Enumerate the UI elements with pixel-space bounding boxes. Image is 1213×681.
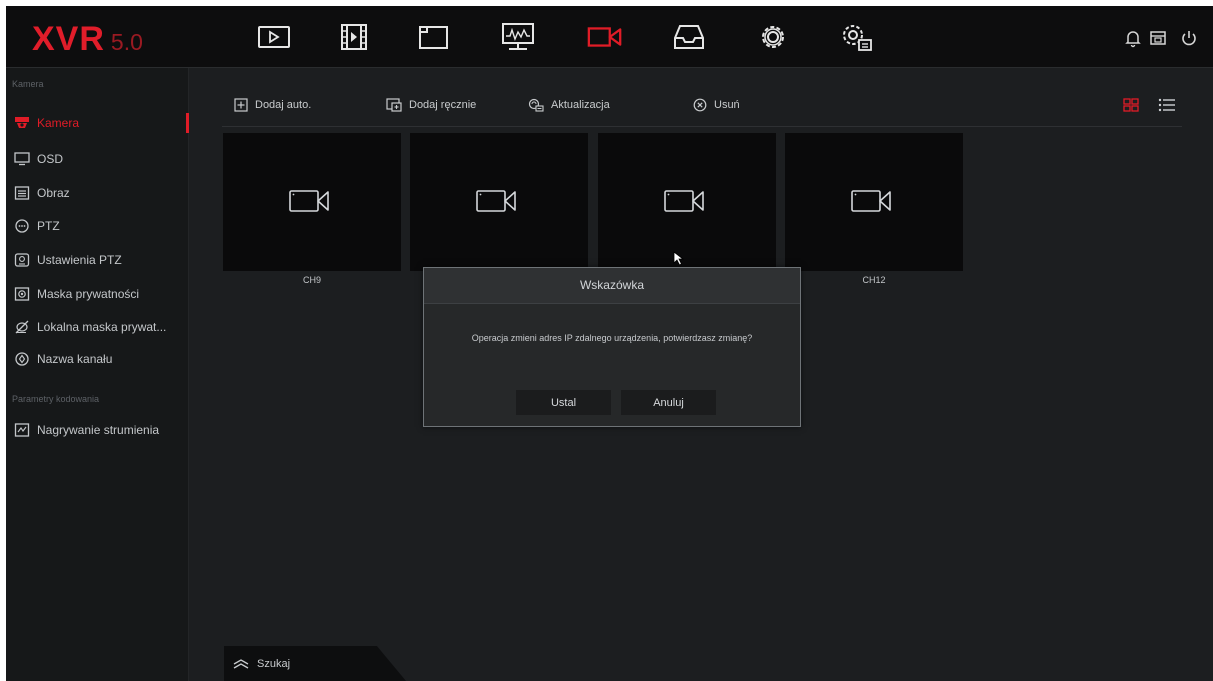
delete-button[interactable]: Usuń bbox=[693, 96, 740, 114]
cancel-button[interactable]: Anuluj bbox=[621, 390, 716, 415]
section-title-encoding: Parametry kodowania bbox=[12, 394, 100, 404]
logo-text: XVR bbox=[32, 20, 105, 58]
channel-tile[interactable] bbox=[598, 133, 776, 271]
monitor-icon bbox=[14, 152, 30, 166]
image-settings-icon bbox=[14, 186, 30, 200]
ptz-settings-icon bbox=[14, 253, 30, 267]
camera-icon bbox=[14, 116, 30, 130]
hint-dialog: Wskazówka Operacja zmieni adres IP zdaln… bbox=[423, 267, 801, 427]
channel-tile[interactable] bbox=[410, 133, 588, 271]
add-auto-label: Dodaj auto. bbox=[255, 99, 312, 111]
logo-version: 5.0 bbox=[110, 29, 143, 55]
sidebar-item-ptz-settings[interactable]: Ustawienia PTZ bbox=[6, 247, 188, 273]
camera-placeholder-icon bbox=[289, 190, 329, 212]
dialog-message: Operacja zmieni adres IP zdalnego urządz… bbox=[471, 333, 753, 343]
sidebar: Kamera Kamera OSD Obraz PTZ Ustawienia P… bbox=[6, 68, 189, 681]
system-settings-icon[interactable] bbox=[838, 20, 876, 54]
top-bar: XVR 5.0 bbox=[6, 6, 1213, 68]
playback-icon[interactable] bbox=[255, 20, 293, 54]
sidebar-item-privacy-mask[interactable]: Maska prywatności bbox=[6, 281, 188, 307]
sidebar-item-label: Lokalna maska prywat... bbox=[37, 320, 167, 334]
sidebar-item-stream-recording[interactable]: Nagrywanie strumienia bbox=[6, 417, 188, 443]
ptz-icon bbox=[14, 219, 30, 233]
delete-circle-icon bbox=[693, 98, 707, 112]
camera-placeholder-icon bbox=[664, 190, 704, 212]
section-title-camera: Kamera bbox=[12, 79, 44, 89]
sidebar-item-label: Kamera bbox=[37, 116, 80, 130]
camera-placeholder-icon bbox=[851, 190, 891, 212]
logo: XVR 5.0 bbox=[32, 20, 143, 59]
update-icon bbox=[528, 98, 544, 112]
chevron-up-icon bbox=[233, 658, 249, 669]
local-mask-icon bbox=[14, 320, 30, 334]
sidebar-item-label: Obraz bbox=[37, 186, 70, 200]
sidebar-item-label: Nazwa kanału bbox=[37, 352, 113, 366]
sidebar-item-label: Ustawienia PTZ bbox=[37, 253, 122, 267]
confirm-button[interactable]: Ustal bbox=[516, 390, 611, 415]
sidebar-item-label: Nagrywanie strumienia bbox=[37, 423, 160, 437]
search-tab[interactable]: Szukaj bbox=[224, 646, 406, 681]
delete-label: Usuń bbox=[714, 99, 740, 111]
channel-label: CH12 bbox=[862, 275, 886, 285]
video-file-icon[interactable] bbox=[335, 20, 373, 54]
folder-icon[interactable] bbox=[416, 20, 454, 54]
camera-placeholder-icon bbox=[476, 190, 516, 212]
update-label: Aktualizacja bbox=[551, 99, 610, 111]
channel-tile[interactable] bbox=[785, 133, 963, 271]
mouse-cursor-icon bbox=[673, 251, 685, 266]
add-auto-button[interactable]: Dodaj auto. bbox=[234, 96, 311, 114]
list-view-icon[interactable] bbox=[1158, 98, 1175, 112]
grid-view-icon[interactable] bbox=[1123, 98, 1139, 112]
camera-menu-icon[interactable] bbox=[586, 20, 624, 54]
active-indicator bbox=[186, 113, 189, 133]
sidebar-item-osd[interactable]: OSD bbox=[6, 146, 188, 172]
plus-box-icon bbox=[234, 98, 248, 112]
channel-label: CH9 bbox=[302, 275, 321, 285]
sidebar-item-camera[interactable]: Kamera bbox=[6, 110, 189, 136]
lock-screen-icon[interactable] bbox=[1148, 28, 1168, 48]
xvr-app: XVR 5.0 Kamera Kamera OSD Obraz PTZ Usta… bbox=[6, 6, 1213, 681]
sidebar-item-label: OSD bbox=[37, 152, 64, 166]
privacy-mask-icon bbox=[14, 287, 30, 301]
settings-gear-icon[interactable] bbox=[754, 20, 792, 54]
stream-record-icon bbox=[14, 423, 30, 437]
add-manual-label: Dodaj ręcznie bbox=[409, 99, 477, 111]
update-button[interactable]: Aktualizacja bbox=[528, 96, 610, 114]
sidebar-item-label: Maska prywatności bbox=[37, 287, 140, 301]
sidebar-item-label: PTZ bbox=[37, 219, 60, 233]
sidebar-item-ptz[interactable]: PTZ bbox=[6, 213, 188, 239]
toolbar: Dodaj auto. Dodaj ręcznie Aktualizacja U… bbox=[222, 90, 1182, 127]
add-manual-button[interactable]: Dodaj ręcznie bbox=[386, 96, 476, 114]
dialog-title: Wskazówka bbox=[424, 268, 800, 304]
storage-icon[interactable] bbox=[670, 20, 708, 54]
sidebar-item-local-mask[interactable]: Lokalna maska prywat... bbox=[6, 314, 188, 340]
power-icon[interactable] bbox=[1179, 28, 1199, 48]
monitor-wave-icon[interactable] bbox=[499, 20, 537, 54]
channel-tile[interactable] bbox=[223, 133, 401, 271]
sidebar-item-channel-name[interactable]: Nazwa kanału bbox=[6, 346, 188, 372]
search-label: Szukaj bbox=[257, 657, 291, 670]
channel-name-icon bbox=[14, 352, 30, 366]
add-device-icon bbox=[386, 98, 402, 112]
sidebar-item-image[interactable]: Obraz bbox=[6, 180, 188, 206]
bell-icon[interactable] bbox=[1123, 28, 1143, 48]
